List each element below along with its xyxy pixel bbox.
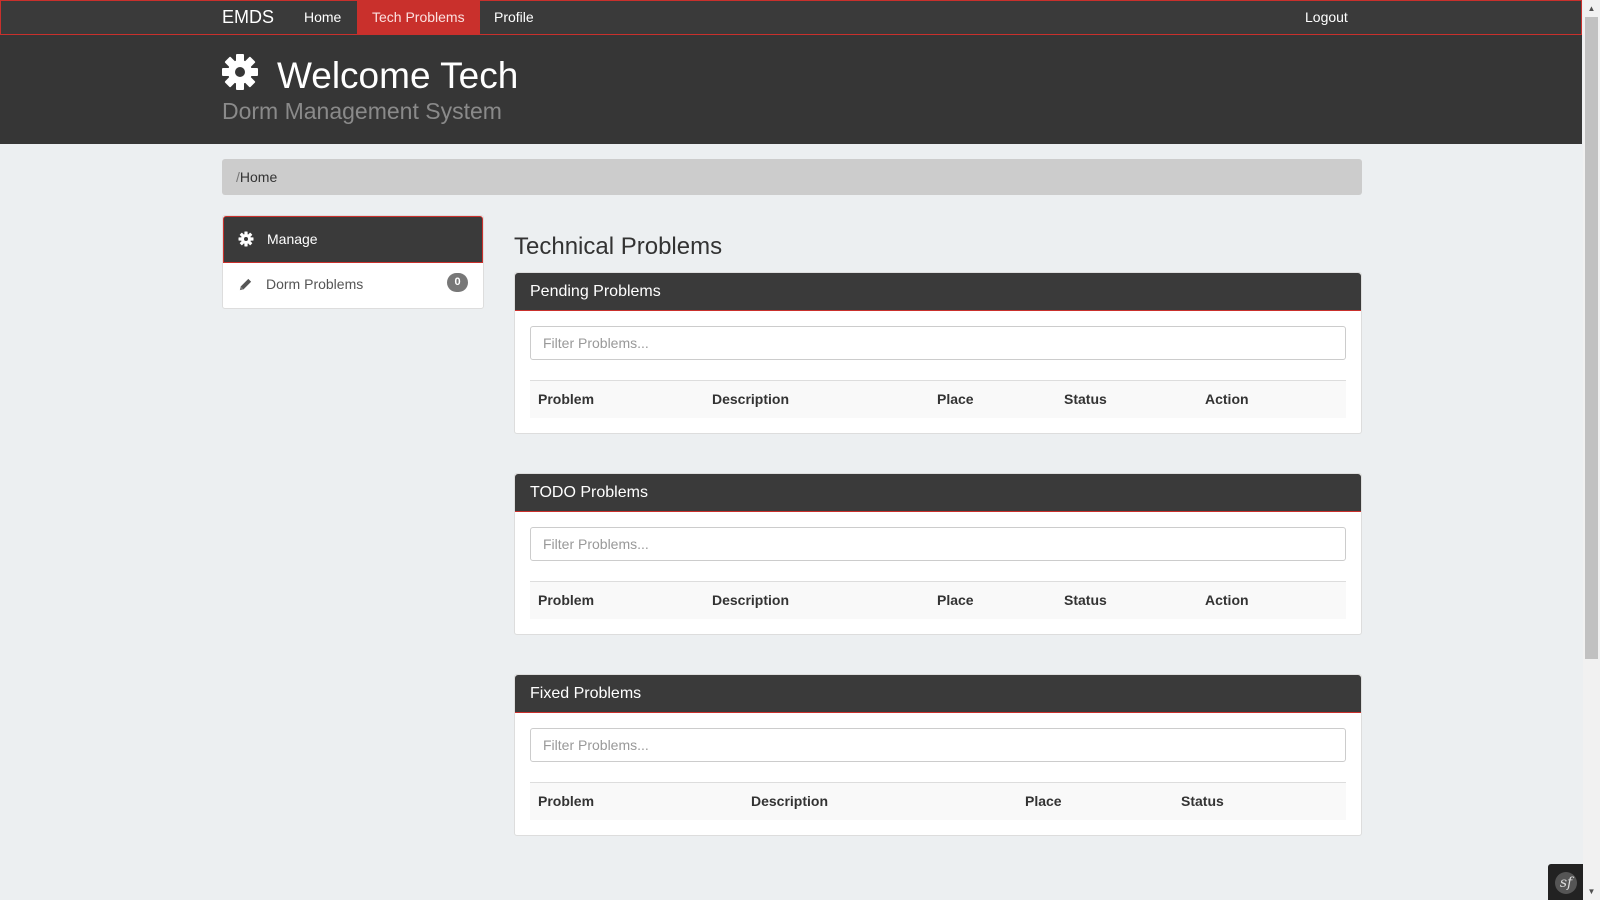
nav-profile[interactable]: Profile <box>479 1 549 34</box>
panel-heading: Pending Problems <box>515 273 1361 311</box>
filter-input[interactable] <box>530 728 1346 762</box>
nav-home[interactable]: Home <box>289 1 356 34</box>
column-header[interactable]: Place <box>1017 782 1173 820</box>
brand-link[interactable]: EMDS <box>222 1 274 34</box>
filter-input[interactable] <box>530 326 1346 360</box>
gear-icon <box>222 54 258 90</box>
section-title: Technical Problems <box>514 233 723 260</box>
scroll-up-arrow-icon[interactable]: ▲ <box>1583 0 1600 17</box>
sidebar: Manage Dorm Problems 0 <box>222 215 484 309</box>
page-subtitle: Dorm Management System <box>222 98 502 124</box>
problems-table: Problem Description Place Status Action <box>530 380 1346 418</box>
count-badge: 0 <box>447 273 468 292</box>
column-header[interactable]: Place <box>929 380 1056 418</box>
vertical-scrollbar[interactable]: ▲ ▼ <box>1583 0 1600 900</box>
problems-table: Problem Description Place Status Action <box>530 581 1346 619</box>
debug-toolbar-toggle[interactable]: sf <box>1548 864 1583 900</box>
column-header[interactable]: Description <box>704 380 929 418</box>
fixed-problems-panel: Fixed Problems Problem Description Place… <box>514 674 1362 836</box>
sidebar-heading[interactable]: Manage <box>223 216 483 263</box>
column-header[interactable]: Problem <box>530 380 704 418</box>
filter-input[interactable] <box>530 527 1346 561</box>
column-header[interactable]: Status <box>1056 581 1197 619</box>
column-header[interactable]: Action <box>1197 380 1346 418</box>
sidebar-item-dorm-problems[interactable]: Dorm Problems 0 <box>223 263 483 308</box>
nav-tech-problems[interactable]: Tech Problems <box>357 1 480 34</box>
column-header[interactable]: Description <box>704 581 929 619</box>
column-header[interactable]: Description <box>743 782 1017 820</box>
page-header: Welcome Tech Dorm Management System <box>0 35 1582 144</box>
breadcrumb-home[interactable]: Home <box>240 169 277 185</box>
pencil-icon <box>239 278 252 291</box>
column-header[interactable]: Action <box>1197 581 1346 619</box>
logout-link[interactable]: Logout <box>1290 1 1363 34</box>
column-header[interactable]: Place <box>929 581 1056 619</box>
panel-heading: TODO Problems <box>515 474 1361 512</box>
todo-problems-panel: TODO Problems Problem Description Place … <box>514 473 1362 635</box>
page-title: Welcome Tech <box>277 55 519 96</box>
sidebar-heading-label: Manage <box>267 231 318 247</box>
column-header[interactable]: Problem <box>530 581 704 619</box>
top-navbar: EMDS Home Tech Problems Profile Logout <box>0 0 1582 35</box>
problems-table: Problem Description Place Status <box>530 782 1346 820</box>
sidebar-item-label: Dorm Problems <box>266 276 364 292</box>
scrollbar-thumb[interactable] <box>1585 17 1598 659</box>
column-header[interactable]: Status <box>1056 380 1197 418</box>
scroll-down-arrow-icon[interactable]: ▼ <box>1583 883 1600 900</box>
pending-problems-panel: Pending Problems Problem Description Pla… <box>514 272 1362 434</box>
column-header[interactable]: Problem <box>530 782 743 820</box>
column-header[interactable]: Status <box>1173 782 1346 820</box>
gear-icon <box>238 231 254 247</box>
panel-heading: Fixed Problems <box>515 675 1361 713</box>
symfony-logo-icon: sf <box>1555 872 1577 894</box>
breadcrumb: /Home <box>222 159 1362 195</box>
